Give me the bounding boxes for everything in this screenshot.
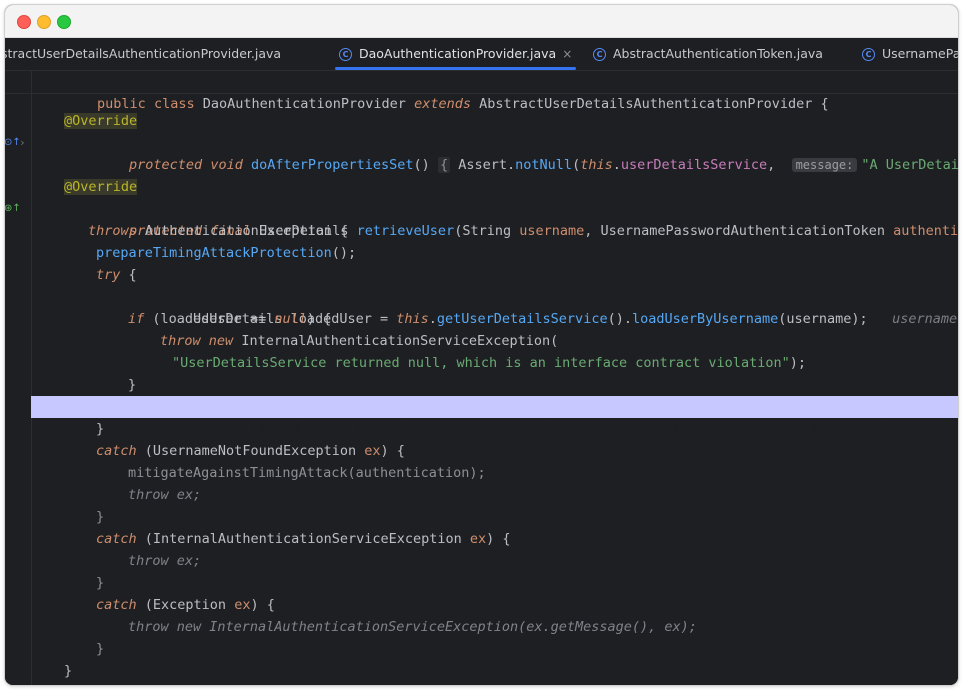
code-line: if (loadedUser == null) {: [128, 311, 332, 327]
class-icon: C: [593, 47, 606, 61]
code-line: throws AuthenticationException {: [88, 223, 349, 239]
editor-tab-bar: stractUserDetailsAuthenticationProvider.…: [5, 38, 958, 71]
ide-window: stractUserDetailsAuthenticationProvider.…: [5, 5, 958, 685]
tab-label: UsernamePas: [882, 46, 958, 61]
code-line: }: [96, 641, 105, 657]
code-line: mitigateAgainstTimingAttack(authenticati…: [128, 465, 486, 481]
tab-abstract-authentication-token[interactable]: C AbstractAuthenticationToken.java: [593, 38, 823, 70]
code-line: }: [128, 377, 137, 393]
code-line: UserDetails loadedUser = this.getUserDet…: [5, 286, 958, 327]
code-line: catch (UsernameNotFoundException ex) {: [96, 443, 405, 459]
code-line: catch (InternalAuthenticationServiceExce…: [96, 531, 511, 547]
tab-abstract-user-details-provider[interactable]: stractUserDetailsAuthenticationProvider.…: [5, 38, 281, 70]
tab-username-password-token[interactable]: C UsernamePas: [862, 38, 958, 70]
annotation: @Override: [64, 113, 138, 129]
code-line: ⊛↑ protected final UserDetails retrieveU…: [5, 203, 958, 239]
annotation: @Override: [64, 179, 138, 195]
title-bar: [5, 5, 958, 38]
code-line: "UserDetailsService returned null, which…: [172, 355, 806, 371]
code-line: }: [64, 663, 73, 679]
code-line: throw new InternalAuthenticationServiceE…: [128, 619, 697, 635]
code-line: }: [96, 509, 105, 525]
code-line: throw new InternalAuthenticationServiceE…: [160, 333, 559, 349]
close-tab-icon[interactable]: ×: [562, 38, 572, 70]
code-line: }: [96, 421, 105, 437]
folded-block[interactable]: {: [437, 157, 451, 173]
code-line: try {: [96, 267, 137, 283]
code-editor[interactable]: public class DaoAuthenticationProvider e…: [5, 71, 958, 685]
code-line: @Override: [5, 110, 958, 132]
code-line: catch (Exception ex) {: [96, 597, 275, 613]
tab-label: AbstractAuthenticationToken.java: [613, 46, 823, 61]
code-line: public class DaoAuthenticationProvider e…: [5, 71, 958, 112]
fold-chevron-icon[interactable]: ›: [19, 137, 26, 149]
code-line: @Override: [5, 176, 958, 198]
code-line: ⊙↑ › protected void doAfterPropertiesSet…: [5, 136, 958, 173]
code-line: throw ex;: [128, 487, 202, 503]
tab-label: stractUserDetailsAuthenticationProvider.…: [5, 46, 282, 61]
tab-dao-authentication-provider[interactable]: C DaoAuthenticationProvider.java ×: [335, 38, 577, 70]
class-icon: C: [339, 47, 352, 61]
parameter-hint: message:: [791, 158, 858, 172]
class-icon: C: [862, 47, 875, 61]
current-execution-line: return loadedUser; loadedUser: "org.spri…: [31, 396, 958, 437]
code-line: prepareTimingAttackProtection();: [96, 245, 357, 261]
code-line: }: [96, 575, 105, 591]
tab-label: DaoAuthenticationProvider.java: [359, 46, 557, 61]
close-window-button[interactable]: [17, 15, 31, 29]
maximize-window-button[interactable]: [57, 15, 71, 29]
implements-method-icon[interactable]: ⊛↑: [5, 203, 21, 215]
code-line: throw ex;: [128, 553, 202, 569]
minimize-window-button[interactable]: [37, 15, 51, 29]
